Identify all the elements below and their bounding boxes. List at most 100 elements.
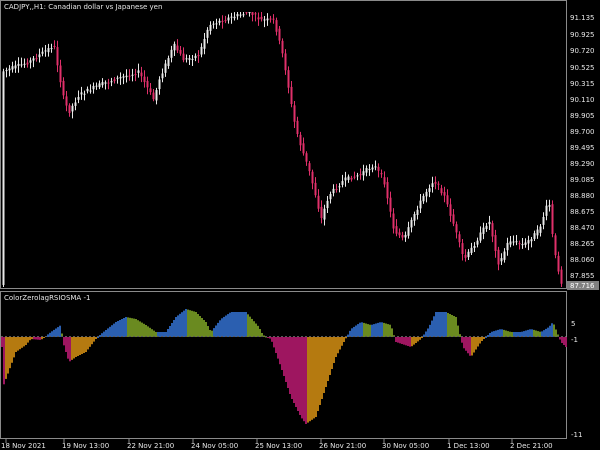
main-chart-title: CADJPY,,H1: Canadian dollar vs Japanese … (4, 3, 162, 11)
histogram-bar (443, 312, 445, 337)
histogram-bar (405, 337, 407, 346)
candle-body (539, 226, 542, 233)
histogram-bar (519, 332, 521, 337)
price-candles (2, 12, 563, 287)
candle-body (302, 143, 305, 154)
histogram-bar (359, 322, 361, 337)
candle-body (347, 176, 350, 180)
candle-body (113, 79, 116, 82)
candle-body (281, 40, 284, 54)
candle-body (509, 241, 512, 245)
candle-body (71, 105, 74, 112)
candle-body (182, 53, 185, 61)
histogram-bar (395, 337, 397, 342)
candle-body (149, 88, 152, 93)
histogram-bar (25, 337, 27, 345)
price-label: 88.060 (570, 256, 595, 264)
histogram-bar (305, 337, 307, 424)
candle-body (170, 49, 173, 58)
histogram-bar (387, 324, 389, 337)
time-label: 22 Nov 21:00 (127, 442, 174, 450)
candle-body (362, 171, 365, 176)
candle-body (533, 233, 536, 239)
candle-body (434, 181, 437, 184)
histogram-bar (219, 320, 221, 337)
candle-body (116, 77, 119, 79)
histogram-bar (97, 337, 99, 338)
histogram-bar (371, 324, 373, 337)
candle-body (20, 64, 23, 66)
candle-body (314, 182, 317, 196)
histogram-bar (415, 337, 417, 343)
histogram-bar (275, 337, 277, 353)
histogram-bar (19, 337, 21, 350)
histogram-bar (121, 319, 123, 337)
indicator-title: ColorZerolagRSIOSMA -1 (4, 294, 90, 302)
histogram-bar (21, 337, 23, 348)
histogram-bar (441, 312, 443, 337)
histogram-bar (187, 309, 189, 337)
histogram-bar (497, 329, 499, 337)
histogram-bar (391, 328, 393, 337)
histogram-bar (437, 312, 439, 337)
histogram-bar (271, 337, 273, 342)
histogram-bar (129, 317, 131, 337)
candle-body (221, 20, 224, 22)
chart-window[interactable]: CADJPY,,H1: Canadian dollar vs Japanese … (0, 0, 600, 450)
histogram-bar (301, 337, 303, 419)
candle-body (404, 234, 407, 238)
candle-body (107, 82, 110, 84)
histogram-bar (119, 320, 121, 337)
histogram-bar (361, 322, 363, 337)
candle-body (401, 235, 404, 238)
histogram-bar (323, 337, 325, 393)
histogram-bar (369, 324, 371, 337)
histogram-bar (81, 337, 83, 354)
histogram-bar (503, 329, 505, 337)
histogram-bar (193, 311, 195, 337)
histogram-bar (379, 322, 381, 337)
candle-body (89, 90, 92, 92)
candle-body (353, 176, 356, 178)
histogram-bar (341, 337, 343, 346)
histogram-bar (5, 337, 7, 379)
candle-body (323, 208, 326, 220)
histogram-bar (527, 329, 529, 337)
histogram-bar (523, 331, 525, 337)
histogram-bar (485, 337, 487, 338)
candle-body (383, 177, 386, 185)
histogram-bar (281, 337, 283, 370)
histogram-bar (251, 318, 253, 337)
price-label: 90.925 (570, 31, 595, 39)
candle-body (59, 65, 62, 83)
candle-body (215, 23, 218, 25)
histogram-bar (257, 325, 259, 337)
histogram-bar (559, 337, 561, 340)
candle-body (389, 197, 392, 212)
candle-body (311, 171, 314, 184)
candle-body (395, 226, 398, 234)
histogram-bar (325, 337, 327, 387)
histogram-bar (29, 337, 31, 341)
candle-body (200, 46, 203, 55)
histogram-bar (377, 322, 379, 337)
histogram-bar (269, 337, 271, 339)
histogram-bar (67, 337, 69, 359)
histogram-bar (233, 312, 235, 337)
histogram-bar (331, 337, 333, 369)
candle-body (359, 174, 362, 176)
histogram-bar (487, 335, 489, 337)
candle-body (41, 51, 44, 54)
histogram-bar (451, 315, 453, 337)
current-price-label: 87.716 (570, 282, 595, 290)
histogram-bar (75, 337, 77, 357)
histogram-bar (549, 325, 551, 337)
histogram-bar (231, 312, 233, 337)
price-label: 88.880 (570, 192, 595, 200)
histogram-bar (173, 320, 175, 337)
histogram-bar (303, 337, 305, 422)
histogram-bar (181, 312, 183, 337)
histogram-bar (167, 329, 169, 337)
candle-body (245, 12, 248, 14)
histogram-bar (95, 337, 97, 339)
